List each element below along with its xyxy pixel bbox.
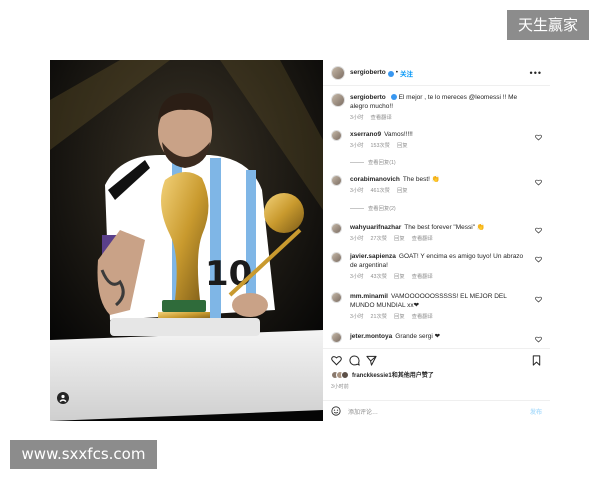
comment-text: Vamos!!!!! xyxy=(384,131,413,138)
comment-username[interactable]: wahyuarifnazhar xyxy=(350,224,401,231)
comment-username[interactable]: mm.minamil xyxy=(350,293,388,300)
header-separator: • xyxy=(395,69,399,76)
heart-icon[interactable] xyxy=(535,179,542,186)
hand xyxy=(232,293,268,317)
view-replies-button[interactable]: 查看回复(2) xyxy=(350,204,396,212)
watermark-top: 天生赢家 xyxy=(507,10,589,40)
translate-link[interactable]: 查看翻译 xyxy=(371,115,392,121)
avatar[interactable] xyxy=(331,223,342,234)
avatar[interactable] xyxy=(331,130,342,141)
action-bar xyxy=(323,348,550,370)
comments-panel: sergioberto • 关注 ••• sergioberto El mejo… xyxy=(323,60,550,421)
post-header: sergioberto • 关注 ••• xyxy=(323,60,550,86)
watermark-bottom: www.sxxfcs.com xyxy=(10,440,157,469)
comment-list[interactable]: sergioberto El mejor , te lo mereces @le… xyxy=(323,86,550,348)
heart-icon[interactable] xyxy=(331,355,342,366)
avatar[interactable] xyxy=(331,65,345,80)
avatar[interactable] xyxy=(331,252,342,263)
reply-button[interactable]: 回复 xyxy=(394,314,405,320)
follow-button[interactable]: 关注 xyxy=(400,68,413,78)
comment-username[interactable]: xserrano9 xyxy=(350,131,381,138)
instagram-post: 10 sergioberto • 关注 ••• sergioberto El m… xyxy=(50,60,550,421)
stage xyxy=(50,330,323,421)
heart-icon[interactable] xyxy=(535,134,542,141)
comment-likes[interactable]: 461次赞 xyxy=(371,188,390,194)
translate-link[interactable]: 查看翻译 xyxy=(412,274,433,280)
jersey-number: 10 xyxy=(205,254,252,294)
avatar[interactable] xyxy=(331,175,342,186)
verified-icon xyxy=(387,70,394,77)
comment-time: 3小时 xyxy=(350,274,364,280)
bookmark-icon[interactable] xyxy=(531,355,542,366)
comment-time: 3小时 xyxy=(350,236,364,242)
avatar[interactable] xyxy=(331,93,345,107)
verified-icon xyxy=(390,94,397,100)
avatar[interactable] xyxy=(331,332,342,343)
photo-illustration: 10 xyxy=(50,60,323,421)
avatar[interactable] xyxy=(331,292,342,303)
comment-text: The best! 👏 xyxy=(402,176,440,183)
view-replies-button[interactable]: 查看回复(1) xyxy=(350,158,396,166)
translate-link[interactable]: 查看翻译 xyxy=(412,314,433,320)
comment-text: The best forever "Messi" 👏 xyxy=(404,224,485,231)
comment-username[interactable]: jeter.montoya xyxy=(350,333,392,340)
caption-time: 3小时 xyxy=(350,115,364,121)
comment-likes[interactable]: 153次赞 xyxy=(371,143,390,149)
comment-time: 3小时 xyxy=(350,314,364,320)
pedestal xyxy=(110,318,260,336)
comment-text: Grande sergi ❤ xyxy=(395,333,441,340)
smiley-icon[interactable] xyxy=(331,406,341,416)
more-horizontal-icon[interactable]: ••• xyxy=(530,68,542,78)
comment-username[interactable]: javier.sapienza xyxy=(350,253,396,260)
comment-username[interactable]: corabimanovich xyxy=(350,176,400,183)
caption-username[interactable]: sergioberto xyxy=(350,94,386,101)
jersey-stripe xyxy=(210,158,221,318)
post-date: 3小时前 xyxy=(331,384,349,390)
comment-time: 3小时 xyxy=(350,188,364,194)
comment-likes[interactable]: 21次赞 xyxy=(371,314,388,320)
reply-button[interactable]: 回复 xyxy=(397,143,408,149)
likes-summary[interactable]: franckkessie1和其他用户赞了 xyxy=(331,370,434,379)
heart-icon[interactable] xyxy=(535,296,542,303)
comment-icon[interactable] xyxy=(349,355,360,366)
comment-likes[interactable]: 43次赞 xyxy=(371,274,388,280)
comment-time: 3小时 xyxy=(350,143,364,149)
info-icon[interactable] xyxy=(57,392,69,404)
reply-button[interactable]: 回复 xyxy=(397,188,408,194)
translate-link[interactable]: 查看翻译 xyxy=(412,236,433,242)
post-button[interactable]: 发布 xyxy=(530,407,542,416)
avatar xyxy=(341,370,349,379)
page: 10 sergioberto • 关注 ••• sergioberto El m… xyxy=(0,0,600,480)
comment-likes[interactable]: 27次赞 xyxy=(371,236,388,242)
heart-icon[interactable] xyxy=(535,227,542,234)
golden-ball xyxy=(264,193,304,233)
heart-icon[interactable] xyxy=(535,336,542,343)
send-icon[interactable] xyxy=(366,355,377,366)
comment-input[interactable]: 添加评论… xyxy=(348,407,378,416)
reply-button[interactable]: 回复 xyxy=(394,274,405,280)
reply-button[interactable]: 回复 xyxy=(394,236,405,242)
add-comment-bar: 添加评论… 发布 xyxy=(323,400,550,421)
header-username[interactable]: sergioberto xyxy=(350,69,386,76)
heart-icon[interactable] xyxy=(535,256,542,263)
post-photo[interactable]: 10 xyxy=(50,60,323,421)
likes-text[interactable]: franckkessie1和其他用户赞了 xyxy=(352,370,434,379)
trophy-base-band xyxy=(162,300,206,312)
